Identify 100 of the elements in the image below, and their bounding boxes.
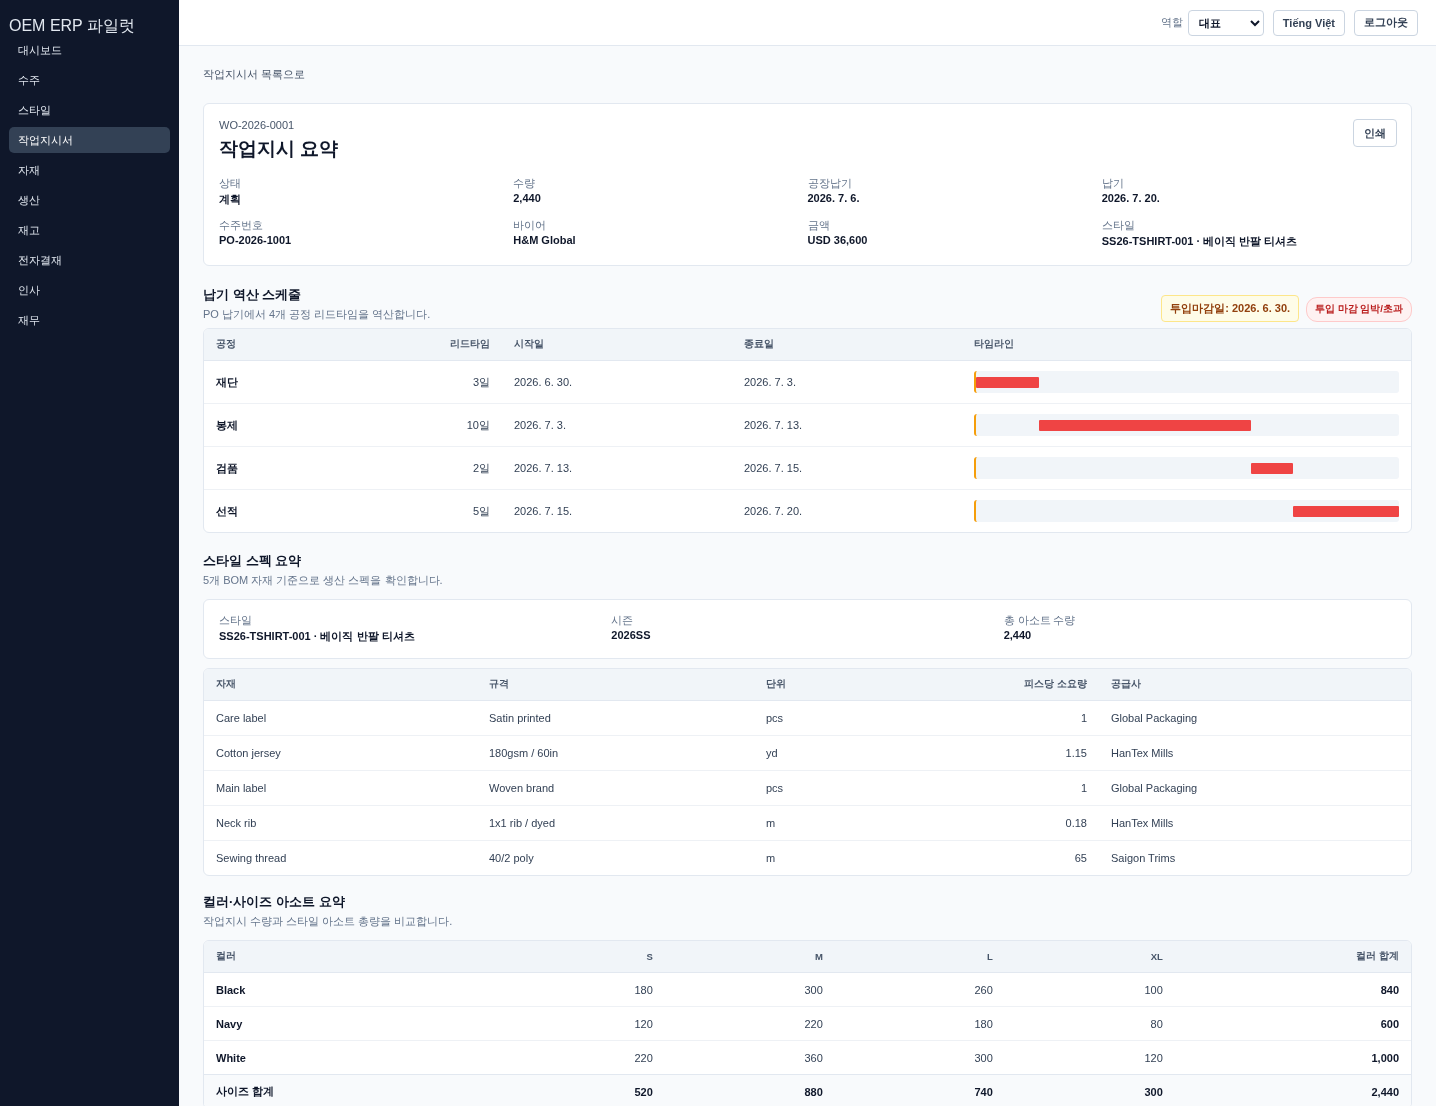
section-title: 스타일 스펙 요약 (203, 552, 303, 570)
table-cell: 검품 (204, 446, 428, 490)
table-cell: 65 (934, 840, 1099, 875)
language-button[interactable]: Tiếng Việt (1272, 9, 1345, 36)
role-select[interactable]: 대표 (1187, 9, 1264, 36)
sidebar-item[interactable]: 전자결재 (9, 247, 170, 273)
field-value: 계획 (219, 192, 242, 207)
field-value: 2026. 7. 6. (807, 192, 861, 204)
table-cell: m (754, 840, 934, 875)
sidebar-item[interactable]: 스타일 (9, 97, 170, 123)
table-cell: 300 (664, 972, 835, 1007)
field-label: 스타일 (1101, 219, 1136, 233)
table-cell: HanTex Mills (1099, 735, 1411, 771)
sidebar-item[interactable]: 작업지시서 (9, 127, 170, 153)
column-header: 공정 (204, 329, 428, 361)
table-cell: 2일 (428, 446, 502, 490)
table-cell: 180 (834, 1006, 1005, 1041)
column-header: M (664, 941, 835, 973)
table-cell: 5일 (428, 489, 502, 532)
sidebar-item[interactable]: 재무 (9, 307, 170, 333)
column-header: L (834, 941, 1005, 973)
column-header: 리드타임 (428, 329, 502, 361)
table-cell: 2026. 7. 13. (502, 446, 732, 490)
table-cell: 1x1 rib / dyed (477, 805, 754, 841)
page-title: 작업지시 요약 (219, 137, 340, 161)
column-header: 공급사 (1099, 669, 1411, 701)
sidebar-item[interactable]: 대시보드 (9, 37, 170, 63)
section-subtitle: 5개 BOM 자재 기준으로 생산 스펙을 확인합니다. (203, 573, 444, 588)
table-cell: 2026. 7. 13. (732, 403, 962, 447)
table-cell: 220 (664, 1006, 835, 1041)
table-cell: Care label (204, 700, 477, 736)
field-value: SS26-TSHIRT-001 · 베이직 반팔 티셔츠 (219, 629, 416, 644)
table-cell: Black (204, 972, 495, 1007)
table-cell: Navy (204, 1006, 495, 1041)
logout-button[interactable]: 로그아웃 (1354, 9, 1418, 36)
table-cell: 재단 (204, 360, 428, 404)
field-label: 금액 (807, 219, 831, 233)
table-cell: HanTex Mills (1099, 805, 1411, 841)
table-cell: 520 (494, 1074, 665, 1106)
work-order-code: WO-2026-0001 (219, 119, 296, 131)
table-cell: Sewing thread (204, 840, 477, 875)
column-header: 종료일 (732, 329, 962, 361)
sidebar-item[interactable]: 재고 (9, 217, 170, 243)
section-title: 컬러·사이즈 아소트 요약 (203, 893, 346, 911)
field-label: 상태 (219, 177, 242, 191)
field-value: H&M Global (513, 234, 577, 246)
column-header: S (494, 941, 665, 973)
timeline-bar (976, 377, 1040, 388)
print-button[interactable]: 인쇄 (1353, 119, 1397, 147)
sidebar-item[interactable]: 수주 (9, 67, 170, 93)
table-cell: 600 (1174, 1006, 1411, 1041)
table-cell: 2026. 6. 30. (502, 360, 732, 404)
table-cell: 2026. 7. 15. (732, 446, 962, 490)
table-cell: 740 (834, 1074, 1005, 1106)
sidebar-item[interactable]: 인사 (9, 277, 170, 303)
sidebar-item[interactable]: 생산 (9, 187, 170, 213)
field-value: SS26-TSHIRT-001 · 베이직 반팔 티셔츠 (1101, 234, 1299, 249)
column-header: XL (1004, 941, 1175, 973)
column-header: 컬러 (204, 941, 495, 973)
timeline-bar (1250, 463, 1294, 474)
column-header: 자재 (204, 669, 477, 701)
field-value: 2026SS (611, 629, 652, 641)
field-label: 시즌 (611, 614, 635, 628)
table-cell: Main label (204, 770, 477, 806)
table-cell: 10일 (428, 403, 502, 447)
brand-title: OEM ERP 파일럿 (9, 17, 135, 34)
alert-badge: 투입 마감 임박/초과 (1306, 297, 1412, 322)
field-value: USD 36,600 (807, 234, 869, 246)
table-cell: 180gsm / 60in (477, 735, 754, 771)
sidebar-item[interactable]: 자재 (9, 157, 170, 183)
table-cell: Global Packaging (1099, 700, 1411, 736)
table-cell: 봉제 (204, 403, 428, 447)
field-label: 스타일 (219, 614, 253, 628)
table-cell: yd (754, 735, 934, 771)
table-cell: 2026. 7. 3. (502, 403, 732, 447)
table-cell: 2,440 (1174, 1074, 1411, 1106)
table-cell: 2026. 7. 3. (732, 360, 962, 404)
column-header: 규격 (477, 669, 754, 701)
table-cell: m (754, 805, 934, 841)
back-link[interactable]: 작업지시서 목록으로 (203, 67, 306, 82)
table-cell: 180 (494, 972, 665, 1007)
table-cell: 300 (1004, 1074, 1175, 1106)
field-value: 2,440 (1003, 629, 1033, 641)
table-cell: 1 (934, 770, 1099, 806)
field-label: 수량 (513, 177, 537, 191)
table-cell: 1 (934, 700, 1099, 736)
table-cell: Woven brand (477, 770, 754, 806)
field-label: 납기 (1101, 177, 1125, 191)
table-cell: 120 (494, 1006, 665, 1041)
column-header: 단위 (754, 669, 934, 701)
table-cell: Saigon Trims (1099, 840, 1411, 875)
table-cell: 3일 (428, 360, 502, 404)
field-value: PO-2026-1001 (219, 234, 293, 246)
table-cell: 0.18 (934, 805, 1099, 841)
table-cell: 100 (1004, 972, 1175, 1007)
table-cell: Cotton jersey (204, 735, 477, 771)
table-cell: 260 (834, 972, 1005, 1007)
field-value: 2,440 (513, 192, 542, 204)
table-cell: 사이즈 합계 (204, 1074, 495, 1106)
section-subtitle: 작업지시 수량과 스타일 아소트 총량을 비교합니다. (203, 914, 454, 929)
